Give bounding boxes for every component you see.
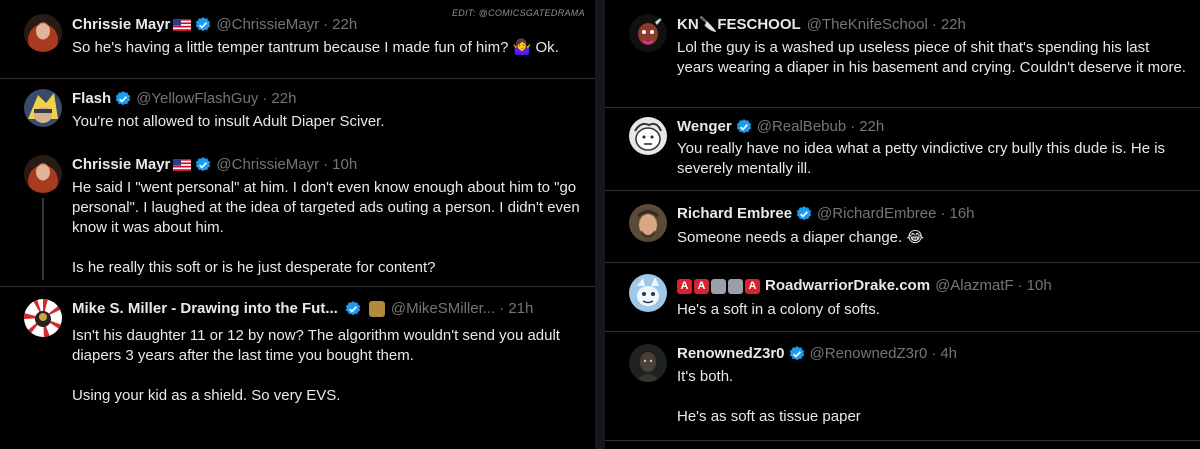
handle[interactable]: @YellowFlashGuy xyxy=(136,89,258,109)
avatar[interactable] xyxy=(629,14,667,52)
left-timeline: EDIT: @COMICSGATEDRAMA Chrissie Mayr @Ch… xyxy=(0,0,595,449)
tweet-knifeschool[interactable]: KN🔪FESCHOOL @TheKnifeSchool · 22h Lol th… xyxy=(605,0,1200,107)
handle[interactable]: @TheKnifeSchool xyxy=(807,15,928,35)
timestamp[interactable]: 10h xyxy=(332,155,357,175)
timestamp[interactable]: 22h xyxy=(271,89,296,109)
tweet-text: He said I "went personal" at him. I don'… xyxy=(72,179,580,276)
display-name[interactable]: KN🔪FESCHOOL xyxy=(677,15,801,35)
avatar[interactable] xyxy=(24,14,62,52)
handle[interactable]: @MikeSMiller... xyxy=(391,299,495,319)
verified-badge-icon xyxy=(735,118,753,136)
display-name[interactable]: RoadwarriorDrake.com xyxy=(765,276,930,296)
affiliate-badge-icon[interactable] xyxy=(368,301,385,317)
handle[interactable]: @RichardEmbree xyxy=(817,204,936,224)
display-name[interactable]: Mike S. Miller - Drawing into the Fut... xyxy=(72,299,338,319)
tweet-text: It's both. He's as soft as tissue paper xyxy=(677,368,861,425)
avatar[interactable] xyxy=(24,155,62,193)
display-name[interactable]: Wenger xyxy=(677,117,732,137)
avatar[interactable] xyxy=(629,117,667,155)
handle[interactable]: @ChrissieMayr xyxy=(216,15,319,35)
verified-badge-icon xyxy=(788,345,806,363)
us-flag-icon xyxy=(173,159,192,171)
name-badge-a-icon: A xyxy=(745,278,760,294)
verified-badge-icon xyxy=(795,205,813,223)
right-timeline: KN🔪FESCHOOL @TheKnifeSchool · 22h Lol th… xyxy=(605,0,1200,449)
handle[interactable]: @ChrissieMayr xyxy=(216,155,319,175)
tweet-text: So he's having a little temper tantrum b… xyxy=(72,39,559,56)
verified-badge-icon xyxy=(114,90,132,108)
tweet-richard-embree[interactable]: Richard Embree @RichardEmbree · 16h Some… xyxy=(605,191,1200,262)
timestamp[interactable]: 22h xyxy=(859,117,884,137)
verified-badge-icon xyxy=(344,300,362,318)
tweet-wenger[interactable]: Wenger @RealBebub · 22h You really have … xyxy=(605,108,1200,190)
tweet-chrissie-1[interactable]: Chrissie Mayr @ChrissieMayr · 22h So he'… xyxy=(0,0,595,78)
tweet-mike-miller[interactable]: Mike S. Miller - Drawing into the Fut...… xyxy=(0,287,595,449)
handle[interactable]: @AlazmatF xyxy=(935,276,1014,296)
tweet-text: Someone needs a diaper change. 😂 xyxy=(677,229,924,246)
separator xyxy=(605,440,1200,441)
tweet-renownedz3r0[interactable]: RenownedZ3r0 @RenownedZ3r0 · 4h It's bot… xyxy=(605,332,1200,449)
display-name[interactable]: Chrissie Mayr xyxy=(72,155,170,175)
timestamp[interactable]: 21h xyxy=(508,299,533,319)
avatar[interactable] xyxy=(24,89,62,127)
tweet-text: You really have no idea what a petty vin… xyxy=(677,140,1166,177)
tweet-text: Lol the guy is a washed up useless piece… xyxy=(677,39,1186,76)
display-name[interactable]: Richard Embree xyxy=(677,204,792,224)
display-name[interactable]: RenownedZ3r0 xyxy=(677,344,785,364)
avatar[interactable] xyxy=(629,204,667,242)
name-badge-blank-icon xyxy=(711,278,726,294)
tweet-text: Isn't his daughter 11 or 12 by now? The … xyxy=(72,327,560,404)
display-name[interactable]: Flash xyxy=(72,89,111,109)
timestamp[interactable]: 22h xyxy=(941,15,966,35)
timestamp[interactable]: 10h xyxy=(1027,276,1052,296)
tweet-chrissie-2[interactable]: Chrissie Mayr @ChrissieMayr · 10h He sai… xyxy=(0,148,595,284)
handle[interactable]: @RenownedZ3r0 xyxy=(810,344,928,364)
name-badge-blank-icon xyxy=(728,278,743,294)
tweet-roadwarriordrake[interactable]: A A A RoadwarriorDrake.com @AlazmatF · 1… xyxy=(605,263,1200,331)
handle[interactable]: @RealBebub xyxy=(757,117,846,137)
us-flag-icon xyxy=(173,19,192,31)
display-name[interactable]: Chrissie Mayr xyxy=(72,15,170,35)
timestamp[interactable]: 16h xyxy=(949,204,974,224)
verified-badge-icon xyxy=(194,156,212,174)
thread-line xyxy=(42,198,44,280)
name-badge-a-icon: A xyxy=(694,278,709,294)
avatar[interactable] xyxy=(629,274,667,312)
verified-badge-icon xyxy=(194,16,212,34)
tweet-flash[interactable]: Flash @YellowFlashGuy · 22h You're not a… xyxy=(0,79,595,148)
avatar[interactable] xyxy=(629,344,667,382)
timestamp[interactable]: 22h xyxy=(332,15,357,35)
name-badge-a-icon: A xyxy=(677,278,692,294)
column-divider xyxy=(595,0,605,449)
timestamp[interactable]: 4h xyxy=(940,344,957,364)
tweet-text: You're not allowed to insult Adult Diape… xyxy=(72,113,385,130)
avatar[interactable] xyxy=(24,299,62,337)
tweet-text: He's a soft in a colony of softs. xyxy=(677,301,880,318)
